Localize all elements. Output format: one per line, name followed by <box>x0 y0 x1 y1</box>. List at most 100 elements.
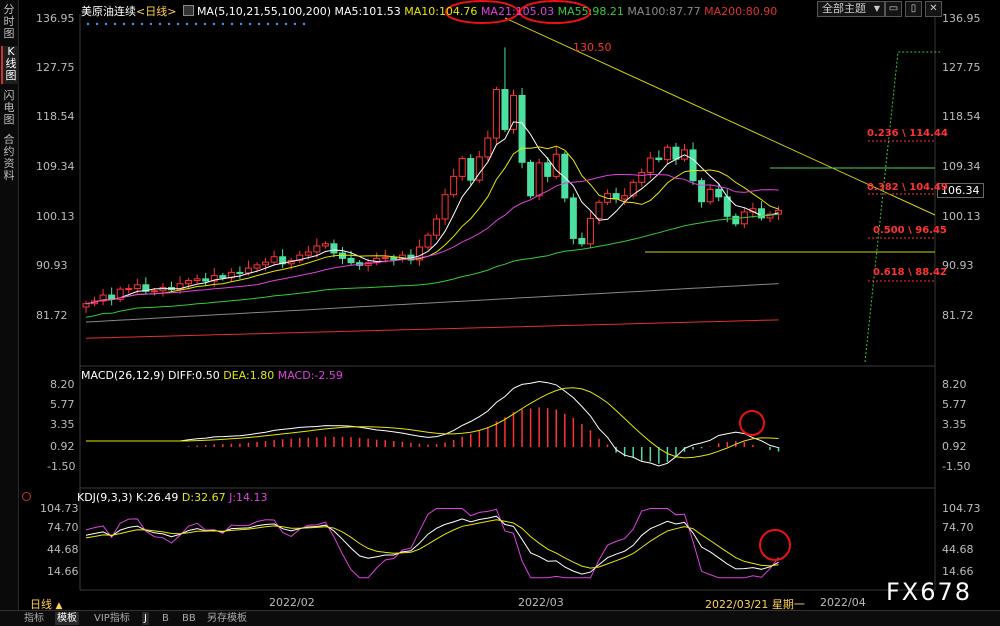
price-tick: 90.93 <box>36 259 68 272</box>
time-label: 2022/02 <box>269 596 315 609</box>
candle-body <box>330 243 338 254</box>
candle-body <box>219 275 227 279</box>
price-tick: 81.72 <box>36 309 68 322</box>
kdj-title: KDJ(9,3,3) <box>77 491 133 504</box>
save-template-button[interactable]: 另存模板 <box>205 612 249 625</box>
price-tick: 100.13 <box>36 210 75 223</box>
ma100-line <box>85 283 779 323</box>
ma100-value: MA100:87.77 <box>627 5 701 18</box>
candle-body <box>484 137 492 158</box>
price-tick: 127.75 <box>36 61 75 74</box>
ma200-value: MA200:80.90 <box>704 5 778 18</box>
ma5-value: MA5:101.53 <box>334 5 401 18</box>
marker-dot <box>113 22 117 26</box>
tab-template-b[interactable]: B <box>160 612 171 625</box>
candle-body <box>732 215 740 225</box>
macd-dea-line <box>86 387 779 459</box>
marker-dot <box>248 22 252 26</box>
macd-tick-right: 3.35 <box>942 418 967 431</box>
tab-template-j[interactable]: J <box>142 612 149 625</box>
fib-382-label: 0.382 \ 104.49 <box>867 182 948 193</box>
marker-dot <box>149 22 153 26</box>
candle-body <box>125 288 133 291</box>
ma10-value: MA10:104.76 <box>404 5 478 18</box>
chart-window: 分时图 K线图 闪电图 合约资料 美原油连续<日线> MA(5,10,21,55… <box>0 0 1000 626</box>
marker-dot <box>131 22 135 26</box>
macd-value: MACD:-2.59 <box>277 369 343 382</box>
marker-dot <box>185 22 189 26</box>
candle-body <box>253 264 261 269</box>
price-tick-right: 127.75 <box>942 61 981 74</box>
candle-body <box>321 243 329 247</box>
settings-icon[interactable] <box>182 5 194 16</box>
candle-body <box>638 172 646 183</box>
kdj-tick-right: 74.70 <box>942 521 974 534</box>
kdj-panel <box>85 508 791 579</box>
restore-icon[interactable]: ▭ <box>885 1 902 17</box>
macd-legend: MACD(26,12,9) DIFF:0.50 DEA:1.80 MACD:-2… <box>81 369 343 382</box>
indicator-toggle-icon[interactable] <box>22 492 31 501</box>
kdj-tick-right: 104.73 <box>942 502 981 515</box>
candle-body <box>185 279 193 285</box>
tab-templates[interactable]: 模板 <box>55 612 79 625</box>
marker-dot <box>167 22 171 26</box>
kdj-j-line <box>85 508 779 579</box>
ma21-value: MA21:105.03 <box>480 5 555 18</box>
marker-dot <box>86 22 90 26</box>
price-tick: 109.34 <box>36 160 75 173</box>
candle-body <box>655 157 663 161</box>
candle-body <box>586 217 594 245</box>
candle-body <box>715 188 723 198</box>
candle-body <box>527 161 535 197</box>
time-label: 2022/03 <box>518 596 564 609</box>
candle-body <box>347 257 355 264</box>
macd-panel <box>86 380 780 467</box>
candle-body <box>578 237 586 245</box>
ma200-line <box>85 319 779 339</box>
candle-body <box>757 208 765 219</box>
fib-618-label: 0.618 \ 88.42 <box>873 267 947 278</box>
theme-dropdown[interactable]: 全部主题 ▼ <box>817 1 885 17</box>
candle-body <box>133 284 141 290</box>
price-tick-right: 81.72 <box>942 309 974 322</box>
candle-body <box>236 271 244 274</box>
candle-body <box>390 256 398 260</box>
macd-diff-line <box>86 380 779 467</box>
kdj-j: J:14.13 <box>229 491 268 504</box>
fx678-watermark: FX678 <box>886 578 973 606</box>
tab-vip-indicators[interactable]: VIP指标 <box>92 612 132 625</box>
candle-body <box>510 94 517 130</box>
ma21-line <box>85 173 779 305</box>
candle-body <box>441 194 449 220</box>
period-label: <日线> <box>136 5 177 18</box>
marker-dot <box>203 22 207 26</box>
theme-dropdown-label: 全部主题 <box>822 2 866 15</box>
candle-body <box>467 158 475 181</box>
candle-body <box>244 267 252 274</box>
candle-body <box>108 294 116 300</box>
candle-body <box>518 94 526 163</box>
tab-indicators[interactable]: 指标 <box>22 612 46 625</box>
price-tick-right: 100.13 <box>942 210 981 223</box>
tab-template-bb[interactable]: BB <box>180 612 198 625</box>
maximize-icon[interactable]: ▯ <box>905 1 922 17</box>
candle-body <box>313 245 321 253</box>
price-tick: 136.95 <box>36 12 75 25</box>
kdj-tick: 74.70 <box>47 521 79 534</box>
chart-legend: 美原油连续<日线> MA(5,10,21,55,100,200) MA5:101… <box>81 3 777 19</box>
macd-title: MACD(26,12,9) <box>81 369 165 382</box>
marker-dot <box>239 22 243 26</box>
macd-tick-right: -1.50 <box>942 460 971 473</box>
marker-dot <box>140 22 144 26</box>
macd-tick: 5.77 <box>50 398 75 411</box>
macd-tick: 0.92 <box>50 440 75 453</box>
kdj-tick: 104.73 <box>40 502 79 515</box>
candle-body <box>270 256 278 263</box>
ma-params: MA(5,10,21,55,100,200) <box>196 5 331 18</box>
price-tick-right: 109.34 <box>942 160 981 173</box>
candle-body <box>689 149 697 182</box>
fib-projection <box>864 51 940 363</box>
close-icon[interactable]: ✕ <box>925 1 942 17</box>
chart-canvas[interactable] <box>0 0 1000 625</box>
bottom-toolbar: 指标 模板 VIP指标 J B BB 另存模板 <box>0 610 1000 626</box>
